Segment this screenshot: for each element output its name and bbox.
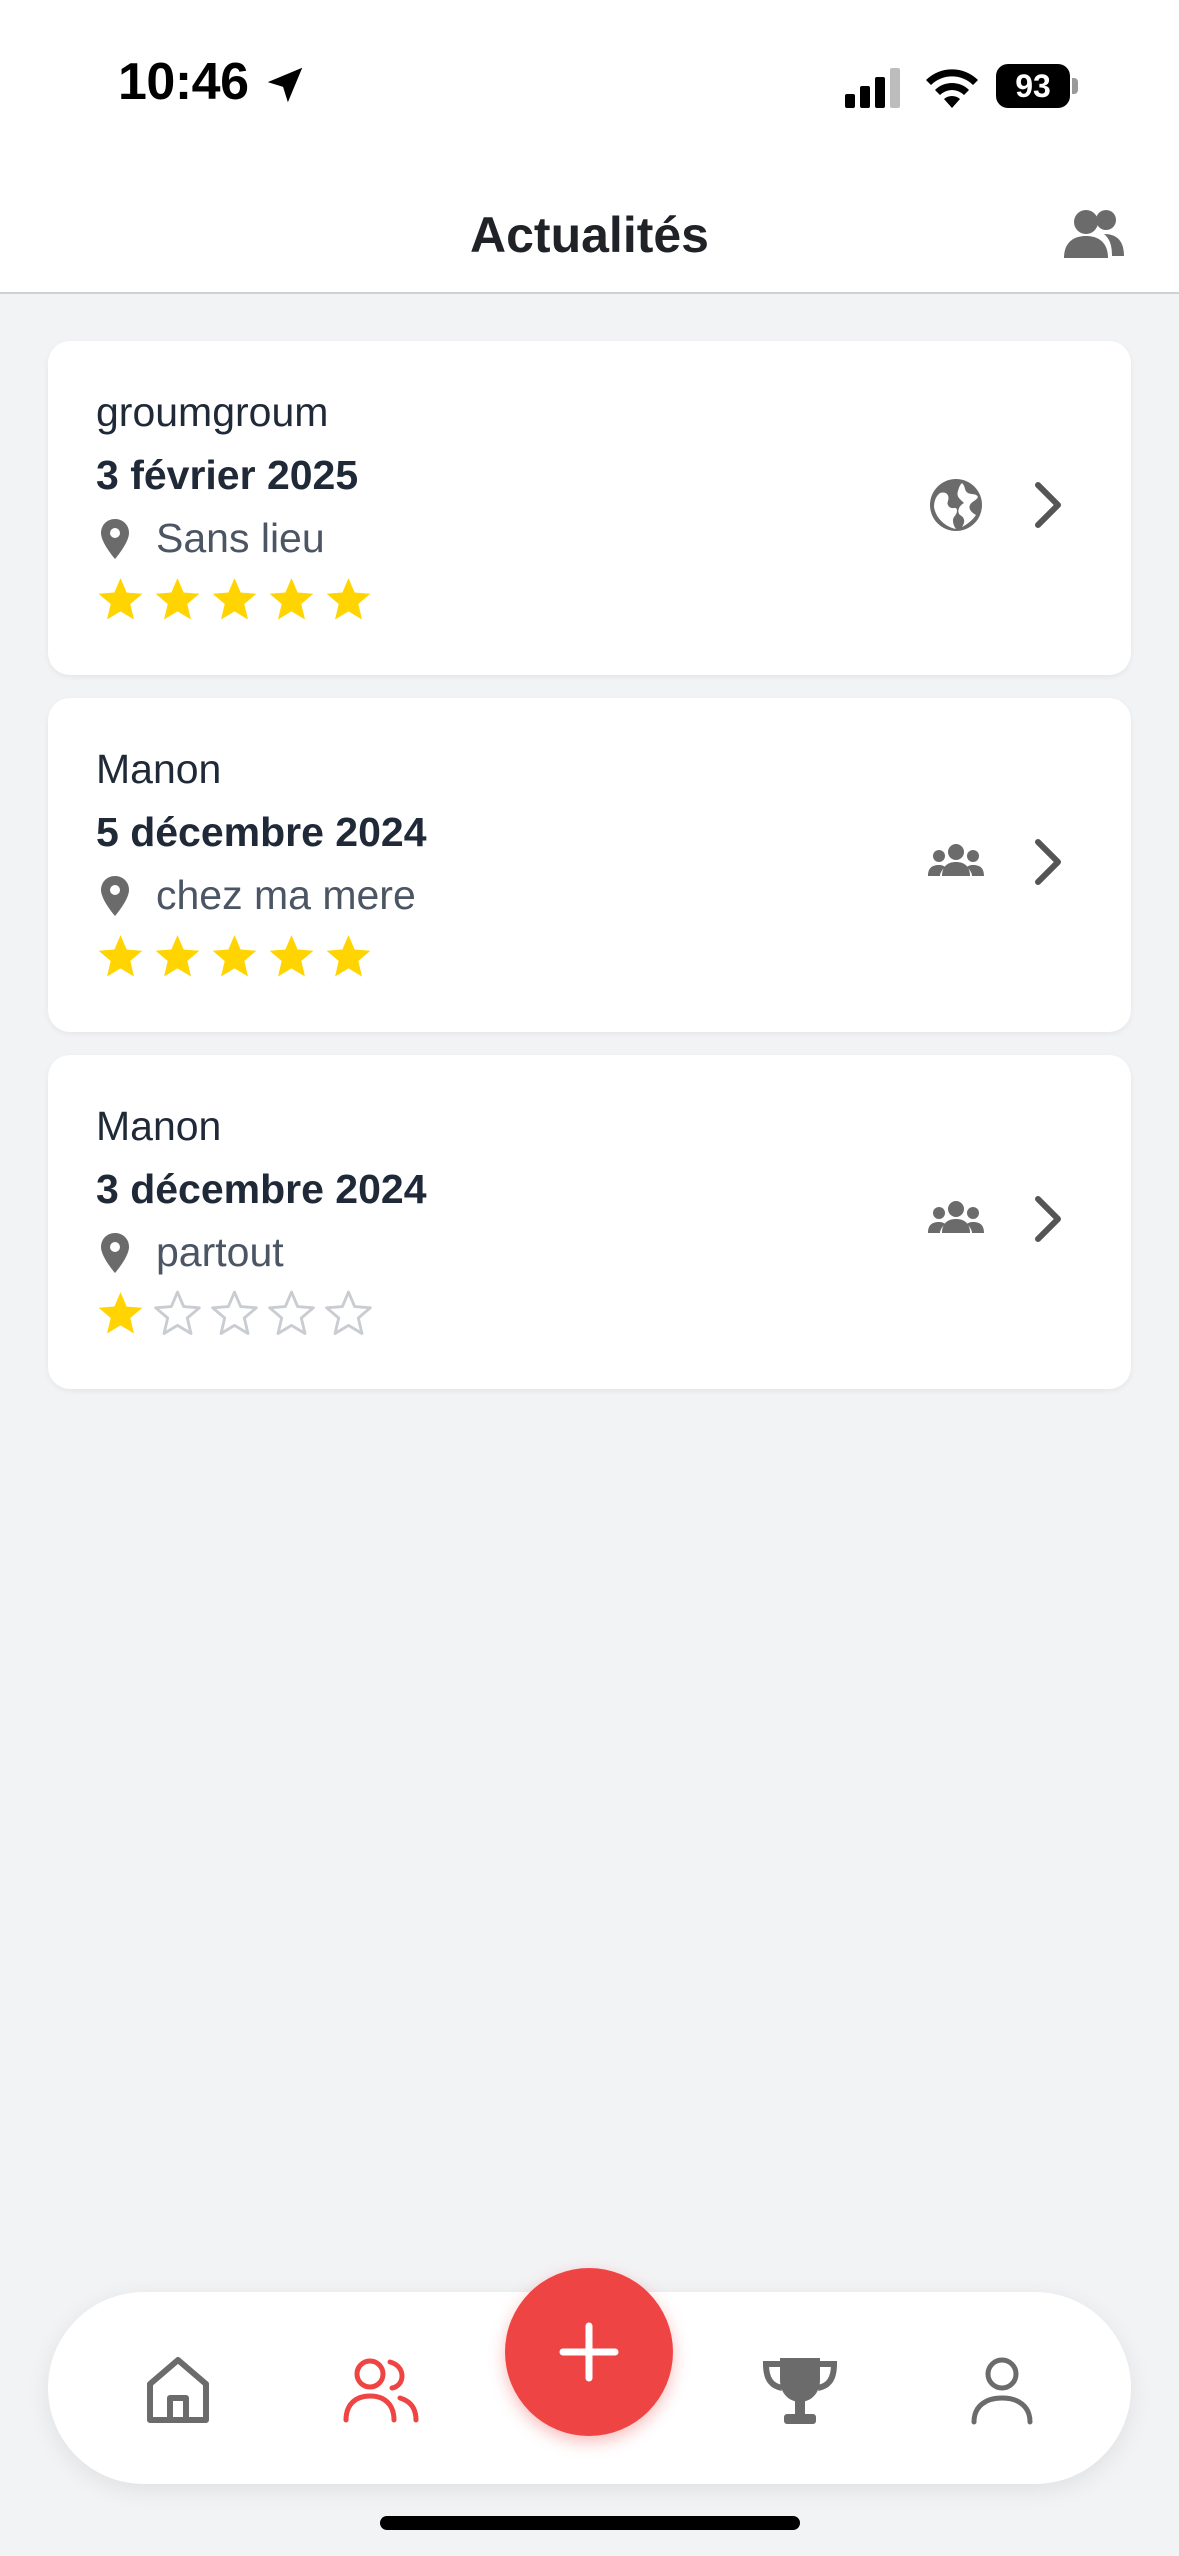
users-icon[interactable] [1060,204,1128,264]
location-pin-icon [101,876,129,916]
star-empty-icon [154,1290,201,1335]
friends-group-icon [928,844,984,876]
chevron-right-icon[interactable] [1030,1195,1066,1243]
screen: 10:46 93 Actualités groumgroum 3 février… [0,0,1179,2556]
star-filled-icon [155,935,200,977]
feed-card[interactable]: Manon 3 décembre 2024 partout [48,1055,1131,1389]
location-pin-icon [101,519,129,559]
card-location: chez ma mere [156,872,416,918]
star-filled-icon [98,935,143,977]
star-empty-icon [325,1290,372,1335]
chevron-right-icon[interactable] [1030,481,1066,529]
globe-icon [930,479,982,531]
star-filled-icon [98,578,143,620]
card-author: groumgroum [96,389,329,435]
card-date: 5 décembre 2024 [96,809,427,855]
star-filled-icon [269,935,314,977]
star-empty-icon [211,1290,258,1335]
rating-stars [96,1289,373,1339]
battery-level: 93 [996,64,1070,108]
battery-indicator: 93 [996,64,1080,108]
card-author: Manon [96,746,222,792]
home-icon[interactable] [138,2350,218,2430]
card-date: 3 décembre 2024 [96,1166,427,1212]
feed-card[interactable]: groumgroum 3 février 2025 Sans lieu [48,341,1131,675]
battery-cap [1072,78,1078,94]
add-button[interactable] [505,2268,673,2436]
profile-icon[interactable] [962,2350,1042,2430]
cellular-signal-icon [845,68,900,108]
star-filled-icon [98,1292,143,1334]
card-location: partout [156,1229,284,1275]
card-date: 3 février 2025 [96,452,359,498]
home-indicator [380,2516,800,2530]
friends-icon[interactable] [340,2350,420,2430]
page-title: Actualités [470,207,709,263]
chevron-right-icon[interactable] [1030,838,1066,886]
rating-stars [96,575,373,625]
status-time: 10:46 [118,53,249,111]
trophy-icon[interactable] [760,2350,840,2430]
star-filled-icon [212,935,257,977]
location-pin-icon [101,1233,129,1273]
location-arrow-icon [267,67,303,103]
star-filled-icon [212,578,257,620]
star-filled-icon [326,578,371,620]
friends-group-icon [928,1201,984,1233]
wifi-icon [926,69,978,108]
feed-card[interactable]: Manon 5 décembre 2024 chez ma mere [48,698,1131,1032]
star-filled-icon [269,578,314,620]
card-author: Manon [96,1103,222,1149]
star-filled-icon [155,578,200,620]
plus-icon [559,2322,619,2382]
card-location: Sans lieu [156,515,325,561]
rating-stars [96,932,373,982]
star-empty-icon [268,1290,315,1335]
star-filled-icon [326,935,371,977]
top-bar: 10:46 93 Actualités [0,0,1179,294]
